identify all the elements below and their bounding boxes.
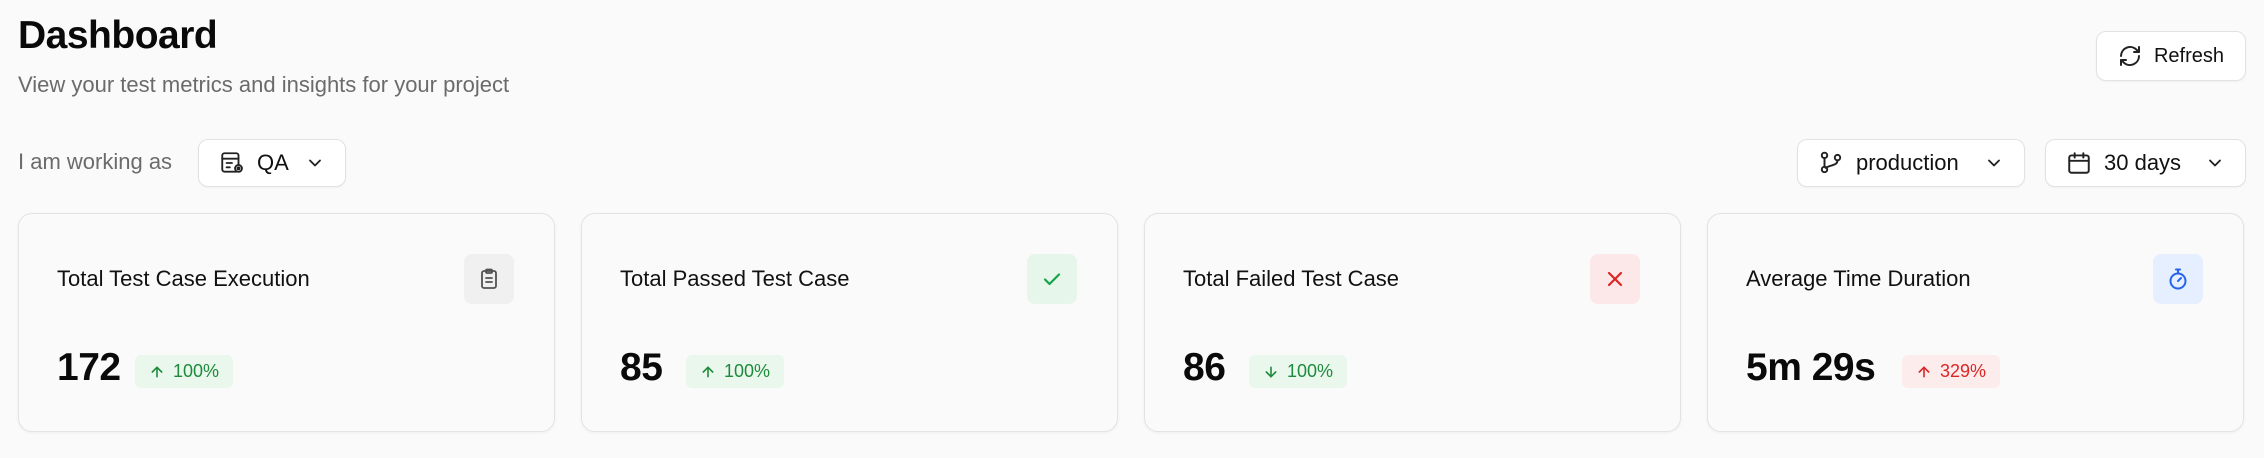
clipboard-icon [477, 267, 501, 291]
role-icon [219, 150, 245, 176]
branch-select[interactable]: production [1797, 139, 2025, 187]
working-as-label: I am working as [18, 149, 173, 174]
role-select[interactable]: QA [198, 139, 346, 187]
change-badge: 100% [1249, 355, 1348, 388]
refresh-icon [2118, 44, 2142, 68]
card-icon-box [2153, 254, 2203, 304]
date-range-select[interactable]: 30 days [2045, 139, 2246, 187]
metric-value: 85 [620, 346, 663, 389]
change-value: 100% [724, 361, 771, 381]
stopwatch-icon [2166, 267, 2190, 291]
metric-card-passed: Total Passed Test Case 85 100% [581, 213, 1118, 432]
metric-card-avg-duration: Average Time Duration 5m 29s 329% [1707, 213, 2244, 432]
calendar-icon [2066, 150, 2092, 176]
card-icon-box [1590, 254, 1640, 304]
metric-value: 5m 29s [1746, 346, 1876, 389]
arrow-down-icon [1263, 364, 1279, 380]
card-icon-box [1027, 254, 1077, 304]
check-icon [1040, 267, 1064, 291]
card-title: Total Test Case Execution [57, 266, 310, 291]
change-value: 100% [1287, 361, 1334, 381]
change-badge: 329% [1902, 355, 2001, 388]
metric-value: 86 [1183, 346, 1226, 389]
change-badge: 100% [135, 355, 234, 388]
metric-card-total-executions: Total Test Case Execution 172 100% [18, 213, 555, 432]
refresh-label: Refresh [2153, 44, 2225, 67]
role-value: QA [257, 150, 289, 175]
page-subtitle: View your test metrics and insights for … [18, 72, 510, 97]
card-title: Total Passed Test Case [620, 266, 850, 291]
x-icon [1603, 267, 1627, 291]
git-branch-icon [1818, 150, 1844, 176]
change-value: 100% [173, 361, 220, 381]
refresh-button[interactable]: Refresh [2096, 31, 2246, 81]
date-range-value: 30 days [2104, 150, 2182, 175]
metric-value: 172 [57, 346, 121, 389]
chevron-down-icon [2205, 153, 2225, 173]
arrow-up-icon [1916, 364, 1932, 380]
change-value: 329% [1940, 361, 1987, 381]
change-badge: 100% [686, 355, 785, 388]
dashboard-page: Dashboard View your test metrics and ins… [0, 0, 2264, 458]
page-title: Dashboard [18, 14, 218, 57]
metric-card-failed: Total Failed Test Case 86 100% [1144, 213, 1681, 432]
card-icon-box [464, 254, 514, 304]
card-title: Average Time Duration [1746, 266, 1971, 291]
chevron-down-icon [1984, 153, 2004, 173]
branch-value: production [1856, 150, 1959, 175]
chevron-down-icon [305, 153, 325, 173]
arrow-up-icon [700, 364, 716, 380]
card-title: Total Failed Test Case [1183, 266, 1400, 291]
arrow-up-icon [149, 364, 165, 380]
